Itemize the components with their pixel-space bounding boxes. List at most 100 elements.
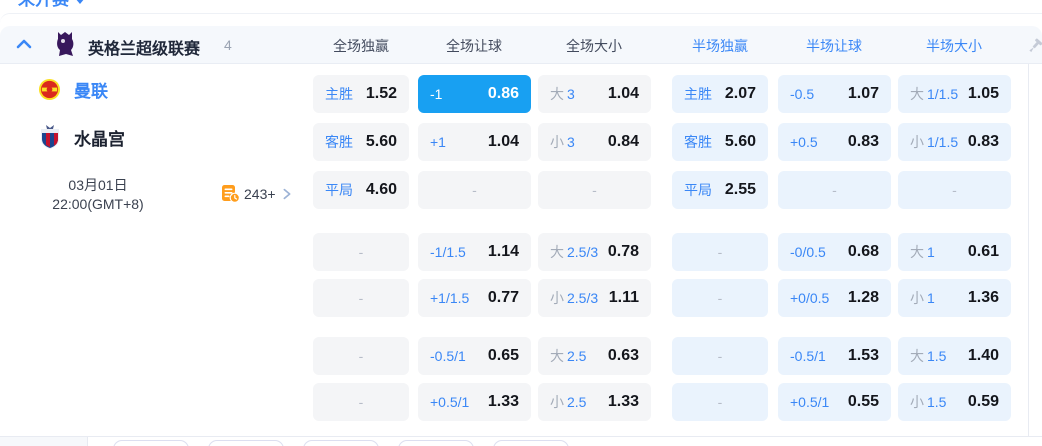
- odds-cell[interactable]: -0.5/1 1.53: [778, 337, 891, 375]
- odds-cell[interactable]: 小 2.5/3 1.11: [538, 279, 651, 317]
- odds-cell[interactable]: 主胜 2.07: [672, 75, 768, 113]
- odds-value: 0.83: [967, 133, 999, 150]
- odds-cell[interactable]: -0.5/1 0.65: [418, 337, 531, 375]
- bet-type-label: 客胜: [325, 134, 353, 150]
- right-divider: [1028, 64, 1029, 436]
- odds-cell[interactable]: 大 1 0.61: [898, 233, 1011, 271]
- over-under-line: 3: [567, 134, 575, 150]
- odds-cell[interactable]: -1/1.5 1.14: [418, 233, 531, 271]
- odds-cell-empty: -: [313, 383, 409, 421]
- handicap-line: -1: [430, 86, 443, 102]
- no-odds-dash: -: [358, 394, 364, 410]
- odds-value: 1.11: [608, 289, 639, 306]
- tab-not-started[interactable]: 未开赛: [18, 0, 85, 10]
- column-header-ht-overunder[interactable]: 半场大小: [894, 36, 1014, 56]
- odds-cell[interactable]: +0.5/1 1.33: [418, 383, 531, 421]
- market-pill[interactable]: [398, 440, 474, 446]
- odds-cell[interactable]: 主胜 1.52: [313, 75, 409, 113]
- market-pill[interactable]: [208, 440, 284, 446]
- over-under-line: 1.5: [927, 348, 947, 364]
- odds-cell-empty: -: [672, 337, 768, 375]
- over-under-side: 大: [550, 244, 564, 260]
- man-utd-crest-icon: [38, 77, 61, 102]
- odds-value: 0.83: [847, 133, 879, 150]
- odds-cell[interactable]: 小 3 0.84: [538, 123, 651, 161]
- odds-cell-empty: -: [418, 171, 531, 209]
- odds-cell[interactable]: -0/0.5 0.68: [778, 233, 891, 271]
- column-header-ht-handicap[interactable]: 半场让球: [774, 36, 894, 56]
- odds-cell[interactable]: 大 1/1.5 1.05: [898, 75, 1011, 113]
- over-under-side: 小: [550, 290, 564, 306]
- no-odds-dash: -: [358, 348, 364, 364]
- odds-cell[interactable]: 大 2.5 0.63: [538, 337, 651, 375]
- pin-icon[interactable]: [1027, 38, 1042, 54]
- column-header-ht-1x2[interactable]: 半场独赢: [660, 36, 780, 56]
- market-pill[interactable]: [493, 440, 569, 446]
- bet-type-label: 平局: [325, 182, 353, 198]
- chevron-up-icon: [16, 39, 32, 49]
- odds-cell[interactable]: +0/0.5 1.28: [778, 279, 891, 317]
- odds-value: 1.53: [847, 347, 879, 364]
- no-odds-dash: -: [832, 182, 837, 198]
- odds-cell[interactable]: 客胜 5.60: [313, 123, 409, 161]
- bet-type-label: 主胜: [325, 86, 353, 102]
- bottom-divider: [0, 436, 1042, 437]
- over-under-line: 1: [927, 290, 935, 306]
- odds-cell[interactable]: 小 2.5 1.33: [538, 383, 651, 421]
- away-team-row[interactable]: 水晶宫: [38, 125, 125, 150]
- bet-type-label: 客胜: [684, 134, 712, 150]
- odds-cell[interactable]: +1 1.04: [418, 123, 531, 161]
- markets-list-icon: [222, 185, 240, 203]
- over-under-side: 大: [910, 86, 924, 102]
- odds-value: 0.59: [967, 393, 999, 410]
- odds-cell[interactable]: -1 0.86: [418, 75, 531, 113]
- away-team-name: 水晶宫: [74, 130, 125, 149]
- odds-cell[interactable]: 客胜 5.60: [672, 123, 768, 161]
- market-pill[interactable]: [113, 440, 189, 446]
- chevron-right-icon: [283, 188, 291, 199]
- odds-cell-empty: -: [672, 279, 768, 317]
- home-team-row[interactable]: 曼联: [38, 77, 108, 102]
- odds-cell[interactable]: 小 1 1.36: [898, 279, 1011, 317]
- premier-league-logo: [54, 30, 76, 58]
- handicap-line: -0.5/1: [430, 348, 466, 364]
- odds-cell[interactable]: 平局 4.60: [313, 171, 409, 209]
- odds-value: 1.33: [607, 393, 639, 410]
- odds-cell[interactable]: -0.5 1.07: [778, 75, 891, 113]
- over-under-line: 1/1.5: [927, 134, 959, 150]
- caret-down-icon: [75, 0, 85, 4]
- odds-value: 1.07: [847, 85, 879, 102]
- market-pill[interactable]: [303, 440, 379, 446]
- odds-cell[interactable]: +0.5/1 0.55: [778, 383, 891, 421]
- handicap-line: +0.5/1: [430, 394, 470, 410]
- odds-cell[interactable]: +0.5 0.83: [778, 123, 891, 161]
- odds-cell[interactable]: 小 1.5 0.59: [898, 383, 1011, 421]
- column-header-ft-handicap[interactable]: 全场让球: [414, 36, 534, 56]
- odds-value: 1.28: [847, 289, 879, 306]
- odds-cell[interactable]: 大 3 1.04: [538, 75, 651, 113]
- handicap-line: +0.5: [790, 134, 818, 150]
- column-header-ft-overunder[interactable]: 全场大小: [534, 36, 654, 56]
- odds-cell[interactable]: 小 1/1.5 0.83: [898, 123, 1011, 161]
- odds-cell-empty: -: [313, 233, 409, 271]
- no-odds-dash: -: [358, 290, 364, 306]
- odds-value: 2.07: [724, 85, 756, 102]
- odds-cell[interactable]: 大 2.5/3 0.78: [538, 233, 651, 271]
- odds-cell-empty: -: [898, 171, 1011, 209]
- odds-cell-empty: -: [778, 171, 891, 209]
- handicap-line: +0/0.5: [790, 290, 830, 306]
- odds-cell[interactable]: 平局 2.55: [672, 171, 768, 209]
- column-header-ft-1x2[interactable]: 全场独赢: [301, 36, 421, 56]
- odds-cell[interactable]: +1/1.5 0.77: [418, 279, 531, 317]
- collapse-button[interactable]: [15, 36, 33, 52]
- next-row-left-block: [0, 437, 88, 446]
- odds-value: 1.40: [967, 347, 999, 364]
- match-datetime: 03月01日 22:00(GMT+8): [18, 176, 178, 214]
- league-title: 英格兰超级联赛: [88, 41, 201, 58]
- odds-panel: 未开赛 英格兰超级联赛 4 全场独赢 全场让球 全场大小 半场独赢 半场让球 半…: [0, 0, 1042, 446]
- more-markets-link[interactable]: 243+: [221, 184, 294, 203]
- handicap-line: +1/1.5: [430, 290, 470, 306]
- handicap-line: +0.5/1: [790, 394, 830, 410]
- odds-cell[interactable]: 大 1.5 1.40: [898, 337, 1011, 375]
- no-odds-dash: -: [717, 290, 723, 306]
